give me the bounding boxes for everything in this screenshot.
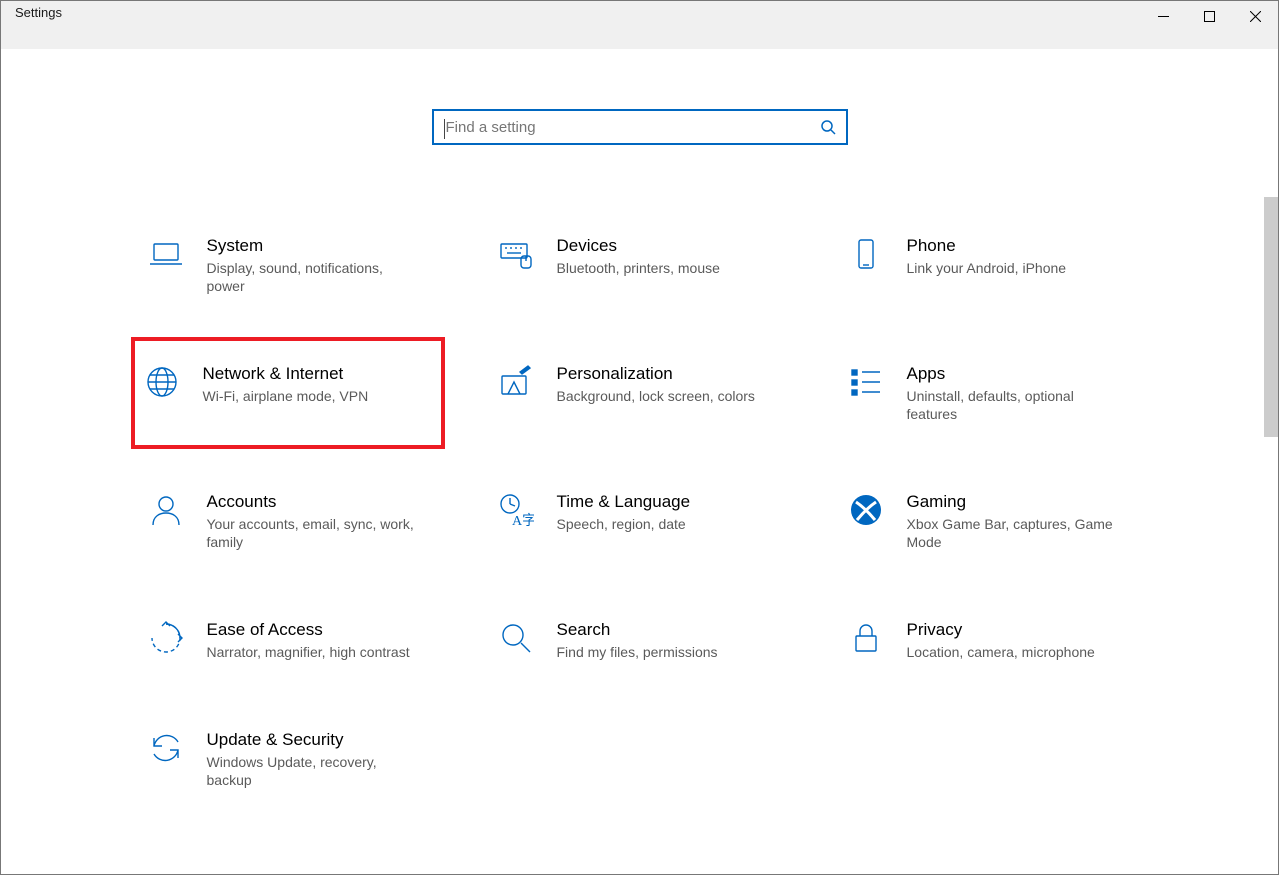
person-icon (147, 491, 185, 529)
tile-text: Network & Internet Wi-Fi, airplane mode,… (203, 363, 369, 405)
tile-title: Apps (907, 363, 1117, 385)
lock-icon (847, 619, 885, 657)
magnifier-icon (497, 619, 535, 657)
tile-subtitle: Link your Android, iPhone (907, 259, 1067, 277)
tile-text: System Display, sound, notifications, po… (207, 235, 417, 295)
tile-title: Personalization (557, 363, 755, 385)
tile-title: Gaming (907, 491, 1117, 513)
vertical-scrollbar[interactable] (1264, 197, 1278, 437)
time-language-icon: A字 (497, 491, 535, 529)
tile-title: Update & Security (207, 729, 417, 751)
tile-title: Devices (557, 235, 720, 257)
tile-personalization[interactable]: Personalization Background, lock screen,… (485, 355, 795, 431)
tile-accounts[interactable]: Accounts Your accounts, email, sync, wor… (135, 483, 445, 559)
tile-subtitle: Your accounts, email, sync, work, family (207, 515, 417, 551)
tile-subtitle: Bluetooth, printers, mouse (557, 259, 720, 277)
tile-subtitle: Narrator, magnifier, high contrast (207, 643, 410, 661)
svg-text:A字: A字 (512, 513, 534, 528)
tile-search[interactable]: Search Find my files, permissions (485, 611, 795, 669)
tile-gaming[interactable]: Gaming Xbox Game Bar, captures, Game Mod… (835, 483, 1145, 559)
tile-text: Devices Bluetooth, printers, mouse (557, 235, 720, 277)
tile-text: Gaming Xbox Game Bar, captures, Game Mod… (907, 491, 1117, 551)
tile-devices[interactable]: Devices Bluetooth, printers, mouse (485, 227, 795, 303)
apps-list-icon (847, 363, 885, 401)
tile-text: Ease of Access Narrator, magnifier, high… (207, 619, 410, 661)
tile-text: Accounts Your accounts, email, sync, wor… (207, 491, 417, 551)
search-box[interactable] (432, 109, 848, 145)
tile-title: Phone (907, 235, 1067, 257)
sync-icon (147, 729, 185, 767)
laptop-icon (147, 235, 185, 273)
category-grid: System Display, sound, notifications, po… (135, 227, 1145, 797)
tile-text: Privacy Location, camera, microphone (907, 619, 1095, 661)
tile-text: Time & Language Speech, region, date (557, 491, 691, 533)
tile-title: Network & Internet (203, 363, 369, 385)
tile-subtitle: Display, sound, notifications, power (207, 259, 417, 295)
close-button[interactable] (1232, 1, 1278, 31)
tile-subtitle: Windows Update, recovery, backup (207, 753, 417, 789)
ease-of-access-icon (147, 619, 185, 657)
maximize-button[interactable] (1186, 1, 1232, 31)
minimize-button[interactable] (1140, 1, 1186, 31)
tile-subtitle: Find my files, permissions (557, 643, 718, 661)
xbox-icon (847, 491, 885, 529)
title-bar: Settings (1, 1, 1278, 49)
tile-subtitle: Speech, region, date (557, 515, 691, 533)
globe-icon (143, 363, 181, 401)
search-input[interactable] (444, 118, 820, 137)
tile-text: Personalization Background, lock screen,… (557, 363, 755, 405)
empty-cell (835, 721, 1145, 797)
tile-title: Ease of Access (207, 619, 410, 641)
tile-subtitle: Uninstall, defaults, optional features (907, 387, 1117, 423)
tile-title: System (207, 235, 417, 257)
settings-window: Settings (0, 0, 1279, 875)
phone-icon (847, 235, 885, 273)
maximize-icon (1204, 11, 1215, 22)
tile-privacy[interactable]: Privacy Location, camera, microphone (835, 611, 1145, 669)
search-icon (820, 119, 836, 135)
tile-system[interactable]: System Display, sound, notifications, po… (135, 227, 445, 303)
tile-text: Apps Uninstall, defaults, optional featu… (907, 363, 1117, 423)
tile-phone[interactable]: Phone Link your Android, iPhone (835, 227, 1145, 303)
tile-text: Update & Security Windows Update, recove… (207, 729, 417, 789)
tile-subtitle: Wi-Fi, airplane mode, VPN (203, 387, 369, 405)
tile-text: Search Find my files, permissions (557, 619, 718, 661)
tile-subtitle: Xbox Game Bar, captures, Game Mode (907, 515, 1117, 551)
tile-subtitle: Background, lock screen, colors (557, 387, 755, 405)
minimize-icon (1158, 11, 1169, 22)
tile-title: Time & Language (557, 491, 691, 513)
text-caret (444, 119, 445, 139)
tile-apps[interactable]: Apps Uninstall, defaults, optional featu… (835, 355, 1145, 431)
window-controls (1140, 1, 1278, 31)
close-icon (1250, 11, 1261, 22)
content-area: System Display, sound, notifications, po… (1, 49, 1278, 797)
tile-title: Privacy (907, 619, 1095, 641)
window-title: Settings (1, 1, 76, 20)
keyboard-icon (497, 235, 535, 273)
tile-update-security[interactable]: Update & Security Windows Update, recove… (135, 721, 445, 797)
tile-time-language[interactable]: A字 Time & Language Speech, region, date (485, 483, 795, 559)
tile-title: Accounts (207, 491, 417, 513)
paint-icon (497, 363, 535, 401)
tile-text: Phone Link your Android, iPhone (907, 235, 1067, 277)
tile-title: Search (557, 619, 718, 641)
tile-subtitle: Location, camera, microphone (907, 643, 1095, 661)
empty-cell (485, 721, 795, 797)
tile-network-internet[interactable]: Network & Internet Wi-Fi, airplane mode,… (131, 337, 445, 449)
tile-ease-of-access[interactable]: Ease of Access Narrator, magnifier, high… (135, 611, 445, 669)
